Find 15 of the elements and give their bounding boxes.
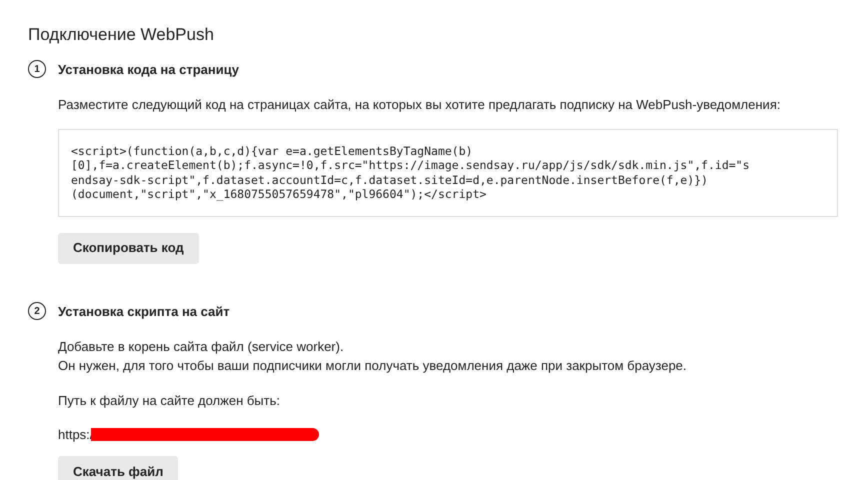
action-button[interactable]: Скопировать код (58, 232, 199, 264)
code-line: endsay-sdk-script",f.dataset.accountId=c,f.dataset.siteId=d,e.parentNode.insertBefore(f,e)}) (71, 172, 709, 187)
step-heading: Установка кода на страницу (58, 60, 239, 79)
instruction-text: Добавьте в корень сайта файл (service worker). (58, 338, 345, 356)
instruction-text: Он нужен, для того чтобы ваши подписчики могли получать уведомления даже при закрытом браузере. (58, 357, 688, 375)
code-line: [0],f=a.createElement(b);f.async=!0,f.src="https://image.sendsay.ru/app/js/sdk/sdk.min.js",f.id="s (71, 158, 751, 172)
step-number: 1 (28, 60, 46, 78)
step-number: 2 (28, 302, 46, 320)
code-line: <script>(function(a,b,c,d){var e=a.getElementsByTagName(b) (71, 144, 474, 158)
instruction-text: Разместите следующий код на страницах сайта, на которых вы хотите предлагать подписку на WebPush-уведомления: (58, 96, 782, 114)
code-line: (document,"script","x_1680755057659478","pl96604");</script> (71, 187, 488, 202)
step-heading: Установка скрипта на сайт (58, 302, 230, 321)
page-title: Подключение WebPush (28, 24, 215, 46)
action-button[interactable]: Скачать файл (58, 456, 178, 480)
instruction-text: Путь к файлу на сайте должен быть: (58, 392, 281, 410)
